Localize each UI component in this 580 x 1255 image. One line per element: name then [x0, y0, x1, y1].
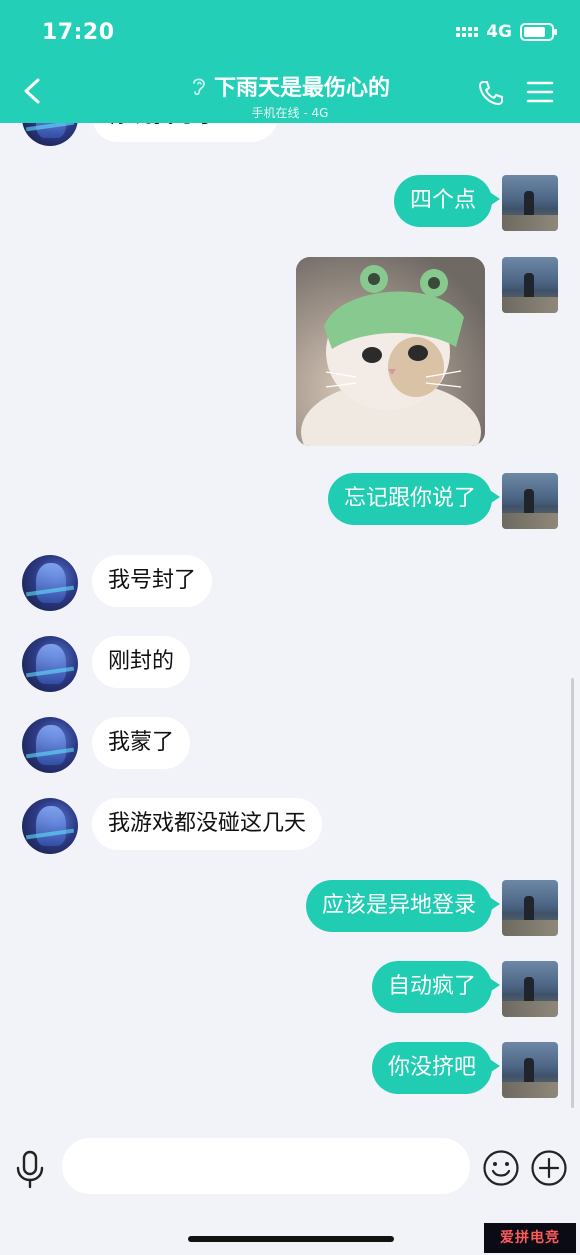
emoji-icon[interactable] [482, 1149, 520, 1187]
chat-screen: 17:20 4G 下雨天是最伤心的 手机在线 - 4G 四个点 忘记跟你说了 我… [0, 0, 580, 1255]
menu-icon[interactable] [526, 80, 554, 104]
message-bubble[interactable]: 忘记跟你说了 [327, 473, 501, 525]
message-bubble[interactable]: 你没挤吧 [371, 1042, 501, 1094]
message-list[interactable]: 你玩我号了？？ 四个点 [0, 123, 580, 1130]
cat-sticker-image[interactable] [296, 257, 485, 446]
my-avatar[interactable] [502, 1042, 558, 1098]
cat-with-frog-hat-illustration [296, 257, 485, 446]
my-avatar[interactable] [502, 880, 558, 936]
home-indicator[interactable] [188, 1236, 394, 1242]
contact-avatar[interactable] [22, 717, 78, 773]
plus-icon[interactable] [530, 1149, 568, 1187]
chat-header: 17:20 4G 下雨天是最伤心的 手机在线 - 4G [0, 0, 580, 123]
online-status: 手机在线 - 4G [251, 106, 329, 120]
watermark-logo: 爱拼电竞 [484, 1223, 576, 1253]
message-bubble[interactable]: 自动疯了 [371, 961, 501, 1013]
message-bubble[interactable]: 刚封的 [92, 636, 191, 688]
contact-name: 下雨天是最伤心的 [213, 76, 390, 101]
contact-avatar[interactable] [22, 123, 78, 146]
ear-icon [193, 78, 205, 96]
status-time: 17:20 [42, 20, 115, 45]
message-input[interactable] [62, 1138, 470, 1194]
my-avatar[interactable] [502, 473, 558, 529]
microphone-icon[interactable] [12, 1150, 48, 1190]
message-bubble[interactable]: 我蒙了 [92, 717, 191, 769]
message-bubble[interactable]: 我游戏都没碰这几天 [92, 798, 323, 850]
message-bubble[interactable]: 你玩我号了？？ [92, 123, 279, 142]
battery-icon [520, 23, 557, 41]
phone-icon[interactable] [476, 78, 506, 108]
my-avatar[interactable] [502, 257, 558, 313]
status-icons: 4G [456, 22, 557, 42]
my-avatar[interactable] [502, 175, 558, 231]
scrollbar[interactable] [571, 678, 574, 1108]
message-bubble[interactable]: 应该是异地登录 [305, 880, 501, 932]
contact-avatar[interactable] [22, 636, 78, 692]
chat-title-block[interactable]: 下雨天是最伤心的 手机在线 - 4G [150, 70, 430, 121]
back-icon[interactable] [22, 78, 42, 104]
message-bubble[interactable]: 我号封了 [92, 555, 213, 607]
contact-avatar[interactable] [22, 798, 78, 854]
network-label: 4G [486, 22, 512, 42]
message-bubble[interactable]: 四个点 [393, 175, 501, 227]
input-bar: 爱拼电竞 [0, 1130, 580, 1255]
signal-icon [456, 27, 479, 37]
my-avatar[interactable] [502, 961, 558, 1017]
contact-avatar[interactable] [22, 555, 78, 611]
